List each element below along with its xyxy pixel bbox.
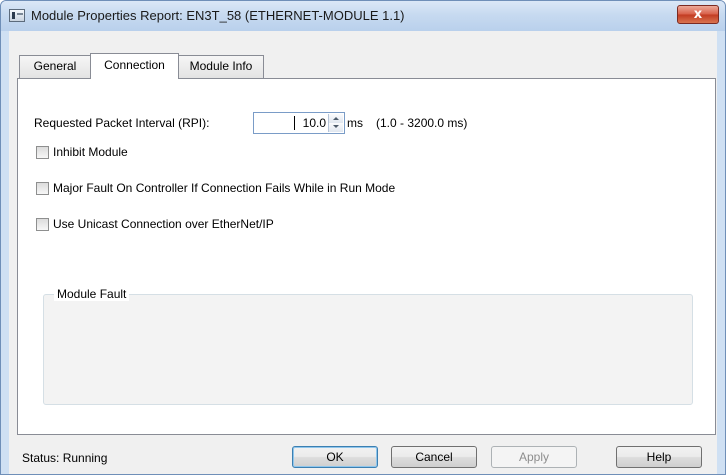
text-caret — [294, 116, 295, 130]
major-fault-checkbox[interactable] — [36, 182, 49, 195]
rpi-range: (1.0 - 3200.0 ms) — [376, 116, 468, 130]
rpi-label: Requested Packet Interval (RPI): — [34, 116, 210, 130]
status-text: Status: Running — [22, 451, 108, 465]
rpi-value: 10.0 — [302, 116, 326, 130]
tab-general[interactable]: General — [19, 55, 91, 78]
unicast-connection-checkbox[interactable] — [36, 218, 49, 231]
inhibit-module-checkbox[interactable] — [36, 146, 49, 159]
rpi-unit: ms — [347, 116, 363, 130]
title-bar[interactable]: Module Properties Report: EN3T_58 (ETHER… — [1, 1, 725, 31]
cancel-button[interactable]: Cancel — [391, 446, 477, 468]
module-icon — [9, 9, 25, 22]
dialog-window: Module Properties Report: EN3T_58 (ETHER… — [0, 0, 726, 475]
apply-button[interactable]: Apply — [491, 446, 577, 468]
close-button[interactable]: x — [677, 5, 719, 24]
help-button[interactable]: Help — [616, 446, 702, 468]
tab-module-info[interactable]: Module Info — [178, 55, 264, 78]
dialog-client-area: General Connection Module Info Requested… — [9, 31, 717, 474]
spin-down-arrow-icon[interactable] — [329, 123, 343, 132]
rpi-input[interactable]: 10.0 — [253, 112, 345, 134]
module-fault-group — [43, 294, 693, 405]
unicast-connection-label[interactable]: Use Unicast Connection over EtherNet/IP — [53, 217, 274, 231]
rpi-spinner[interactable] — [328, 114, 343, 132]
module-fault-label: Module Fault — [54, 287, 130, 301]
inhibit-module-label[interactable]: Inhibit Module — [53, 145, 128, 159]
tab-connection[interactable]: Connection — [90, 53, 179, 79]
window-title: Module Properties Report: EN3T_58 (ETHER… — [31, 8, 405, 23]
ok-button[interactable]: OK — [292, 446, 378, 468]
major-fault-label[interactable]: Major Fault On Controller If Connection … — [53, 181, 395, 195]
